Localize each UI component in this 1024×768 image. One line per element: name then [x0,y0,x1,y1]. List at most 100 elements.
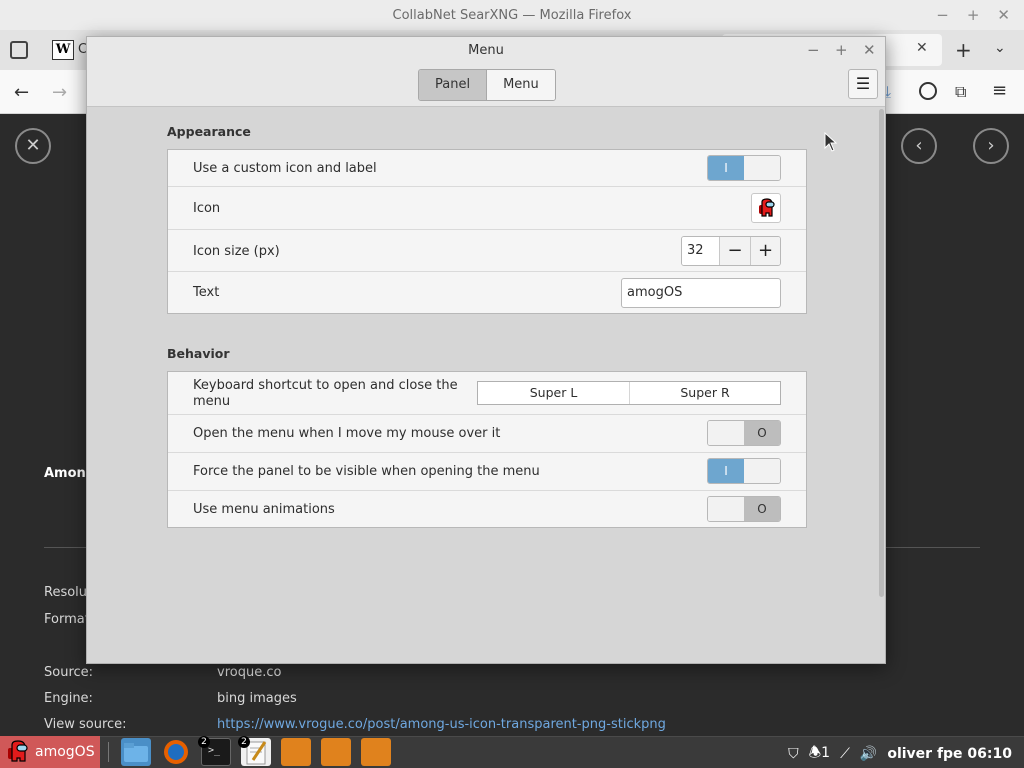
file-manager-icon[interactable] [121,738,151,766]
shortcut-label: Keyboard shortcut to open and close the … [193,378,458,409]
shortcut-row: Keyboard shortcut to open and close the … [168,372,806,415]
engine-label: Engine: [44,691,93,706]
browser-window-controls: − + ✕ [936,6,1010,24]
animations-label: Use menu animations [193,502,335,517]
mouse-cursor-icon [824,132,838,152]
decrement-icon[interactable]: − [720,237,750,265]
volume-icon[interactable]: 🔊 [860,746,877,762]
behavior-card: Keyboard shortcut to open and close the … [167,371,807,528]
animations-row: Use menu animations O [168,491,806,527]
icon-size-input[interactable]: 32 [682,237,720,265]
switch-on-glyph: I [708,459,744,483]
notification-count: 1 [821,745,831,761]
shortcut-keys: Super L Super R [477,381,781,405]
text-row: Text amogOS [168,272,806,313]
icon-size-row: Icon size (px) 32 − + [168,230,806,272]
dialog-header: Menu − + ✕ Panel Menu ☰ [87,37,885,107]
source-label: Source: [44,665,94,680]
tab-menu[interactable]: Menu [486,70,555,100]
dialog-scrollbar[interactable] [879,109,884,597]
custom-icon-label: Use a custom icon and label [193,161,377,176]
wikipedia-favicon-icon[interactable]: W [52,40,74,60]
dialog-maximize-icon[interactable]: + [835,41,848,59]
taskbar-separator [108,742,109,762]
network-icon[interactable]: ⟋ [840,746,850,762]
tab-panel[interactable]: Panel [419,70,487,100]
dialog-title: Menu [468,43,504,58]
close-icon[interactable]: ✕ [997,6,1010,24]
browser-titlebar: CollabNet SearXNG — Mozilla Firefox [0,0,1024,30]
clock[interactable]: oliver fpe 06:10 [887,746,1012,762]
tab-close-icon[interactable]: ✕ [916,40,928,56]
switch-off-glyph: O [744,497,780,521]
engine-value: bing images [217,691,297,706]
amogus-icon [5,739,31,765]
account-icon[interactable] [919,82,937,100]
custom-icon-row: Use a custom icon and label I [168,150,806,187]
switch-off-glyph: O [744,421,780,445]
firefox-icon[interactable] [161,738,191,766]
label-text-input[interactable]: amogOS [621,278,781,308]
notifications-icon[interactable]: 🕭1 [809,742,830,766]
icon-label: Icon [193,201,221,216]
shortcut-key-2[interactable]: Super R [629,382,780,404]
list-all-tabs-icon[interactable]: ⌄ [994,40,1006,56]
browser-menu-icon[interactable]: ≡ [992,80,1007,101]
hover-row: Open the menu when I move my mouse over … [168,415,806,453]
switch-on-side [708,497,744,521]
text-label: Text [193,285,220,300]
page-switcher: Panel Menu [418,69,556,101]
menu-settings-dialog: Menu − + ✕ Panel Menu ☰ Appearance Use a… [86,36,886,664]
appearance-card: Use a custom icon and label I Icon Icon … [167,149,807,314]
image-window-icon[interactable] [281,738,311,766]
force-panel-label: Force the panel to be visible when openi… [193,464,540,479]
terminal-window-count: 2 [198,736,210,748]
shortcut-key-1[interactable]: Super L [478,382,629,404]
dialog-close-icon[interactable]: ✕ [863,41,876,59]
shield-icon[interactable]: ⛉ [788,746,799,762]
icon-size-stepper: 32 − + [681,236,781,266]
editor-window-count: 2 [238,736,250,748]
behavior-heading: Behavior [167,346,230,361]
previous-chevron-icon[interactable]: ‹ [901,128,937,164]
image-window-icon[interactable] [361,738,391,766]
back-arrow-icon[interactable]: ← [14,82,29,103]
icon-row: Icon [168,187,806,230]
view-source-link[interactable]: https://www.vrogue.co/post/among-us-icon… [217,717,666,732]
dialog-minimize-icon[interactable]: − [807,41,820,59]
switch-off-side [744,459,780,483]
icon-chooser-button[interactable] [751,193,781,223]
next-chevron-icon[interactable]: › [973,128,1009,164]
switch-off-side [744,156,780,180]
icon-size-label: Icon size (px) [193,244,280,259]
appearance-heading: Appearance [167,124,251,139]
amogus-icon [759,198,775,217]
svg-text:>_: >_ [208,745,221,756]
format-label: Format [44,612,90,627]
custom-icon-toggle[interactable]: I [707,155,781,181]
force-panel-toggle[interactable]: I [707,458,781,484]
increment-icon[interactable]: + [750,237,780,265]
hover-label: Open the menu when I move my mouse over … [193,426,501,441]
maximize-icon[interactable]: + [967,6,980,24]
forward-arrow-icon[interactable]: → [52,82,67,103]
extensions-icon[interactable]: ⧉ [955,82,966,102]
hamburger-menu-icon[interactable]: ☰ [848,69,878,99]
view-source-label: View source: [44,717,127,732]
force-panel-row: Force the panel to be visible when openi… [168,453,806,491]
browser-title: CollabNet SearXNG — Mozilla Firefox [392,7,632,23]
system-tray: ⛉ 🕭1 ⟋ 🔊 oliver fpe 06:10 [788,742,1012,766]
resolution-label: Resolu [44,585,88,600]
switch-on-side [708,421,744,445]
animations-toggle[interactable]: O [707,496,781,522]
source-value: vroque.co [217,665,282,680]
image-window-icon[interactable] [321,738,351,766]
menu-applet[interactable]: amogOS [0,736,100,768]
close-circle-icon[interactable]: ✕ [15,128,51,164]
switch-on-glyph: I [708,156,744,180]
hover-toggle[interactable]: O [707,420,781,446]
minimize-icon[interactable]: − [936,6,949,24]
menu-applet-label: amogOS [35,744,95,760]
firefox-view-icon[interactable] [10,41,28,59]
new-tab-icon[interactable]: + [955,38,972,62]
